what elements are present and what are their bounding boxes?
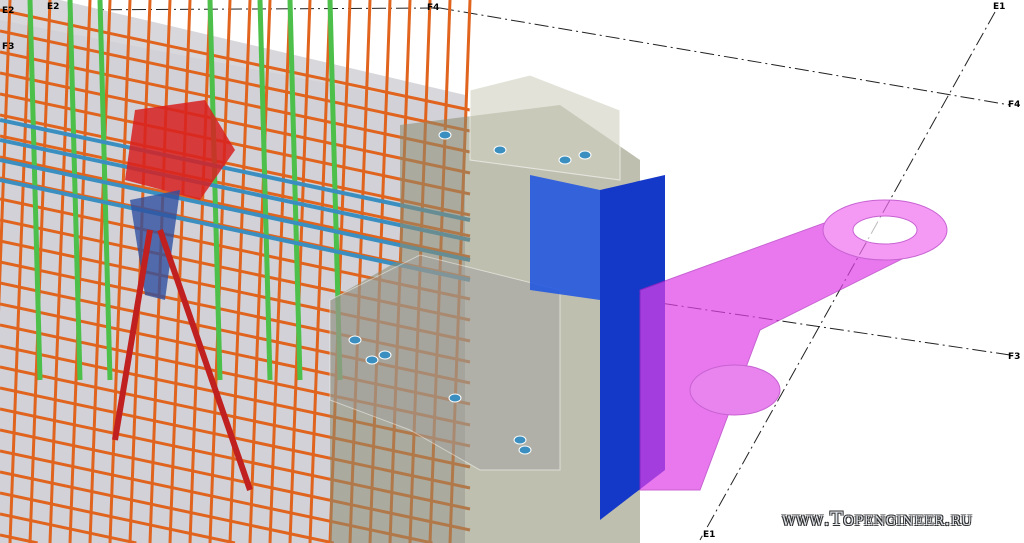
pipe-end xyxy=(578,150,592,160)
pipe-end xyxy=(448,393,462,403)
pipe-end xyxy=(518,445,532,455)
grid-label-f3: F3 xyxy=(2,42,15,52)
steel-plate xyxy=(530,175,600,300)
bim-3d-viewport[interactable]: E2 E2 F3 F4 E1 F4 F3 E1 www.Topengineer.… xyxy=(0,0,1024,543)
pipe-end xyxy=(493,145,507,155)
grid-label-e1: E1 xyxy=(993,2,1006,12)
magenta-duct xyxy=(639,199,948,491)
watermark: www.Topengineer.ru xyxy=(782,508,973,530)
pipe-end xyxy=(558,155,572,165)
pipe-end xyxy=(438,130,452,140)
3d-model-render xyxy=(0,0,1011,543)
pipe-end xyxy=(378,350,392,360)
grid-label-f4: F4 xyxy=(1008,100,1021,110)
pipe-end xyxy=(365,355,379,365)
grid-label-e2: E2 xyxy=(47,2,60,12)
grid-label-f3: F3 xyxy=(1008,352,1021,362)
pipe-end xyxy=(513,435,527,445)
grid-label-e2: E2 xyxy=(2,6,15,16)
pipe-end xyxy=(348,335,362,345)
grid-label-f4: F4 xyxy=(427,3,440,13)
grid-label-e1: E1 xyxy=(703,530,716,540)
